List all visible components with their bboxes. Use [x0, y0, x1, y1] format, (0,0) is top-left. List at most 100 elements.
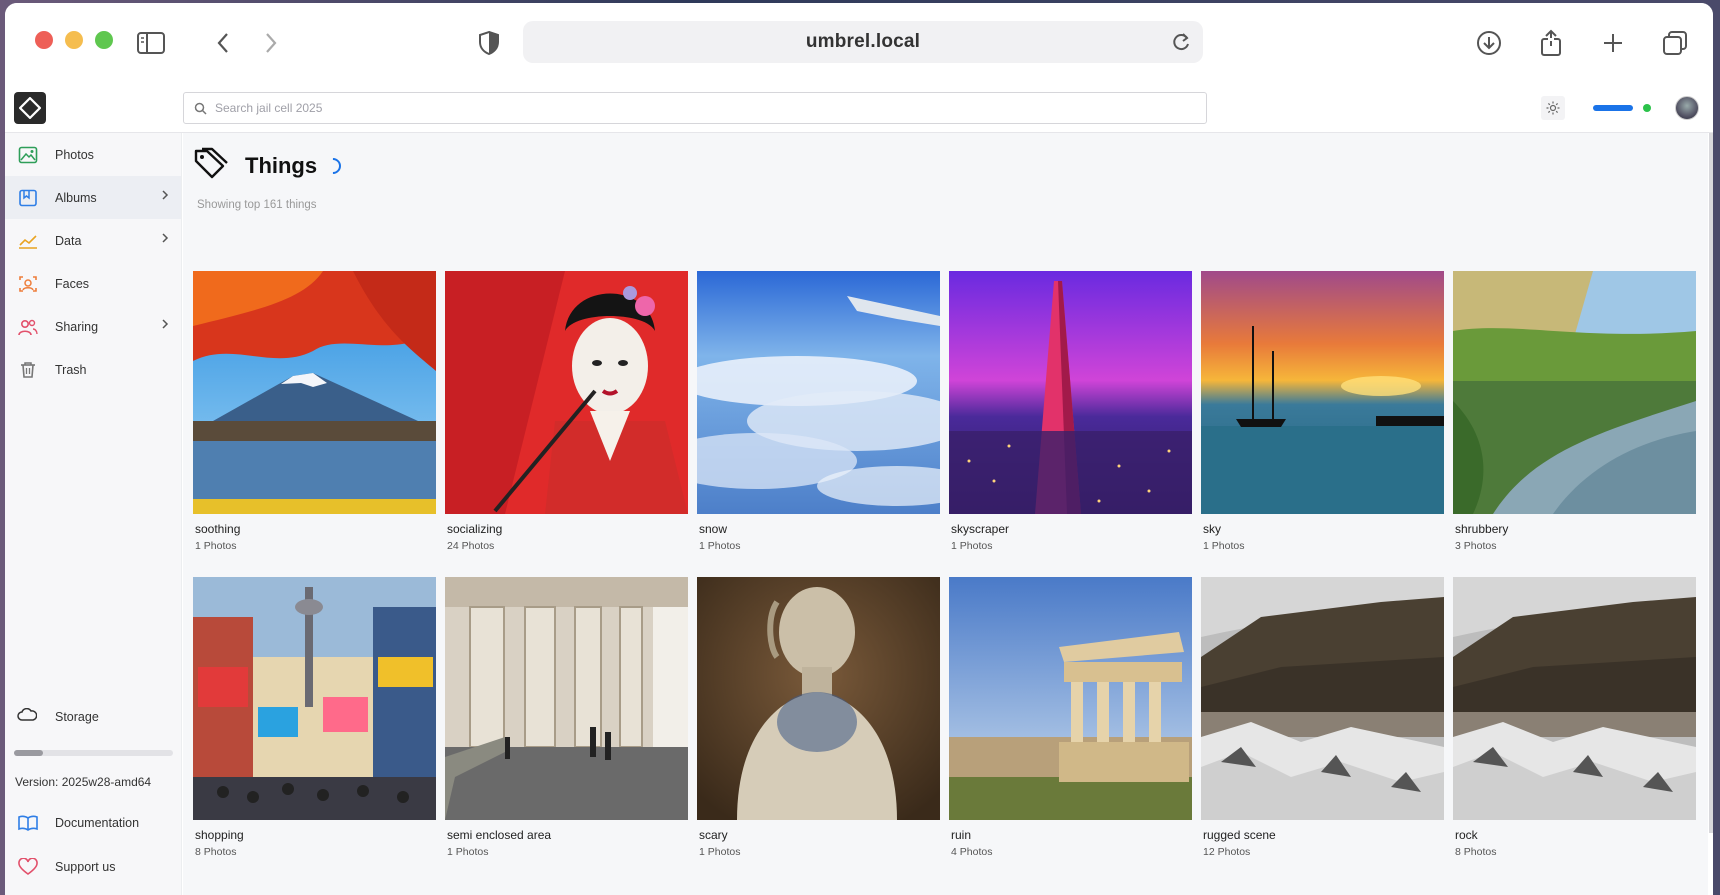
shield-icon[interactable] [471, 25, 507, 61]
storage-usage-bar [14, 750, 173, 756]
thing-photo-count: 1 Photos [1203, 540, 1245, 552]
photos-icon [17, 144, 39, 166]
thing-name: rock [1455, 828, 1478, 842]
thing-photo-count: 1 Photos [447, 846, 489, 858]
thing-photo-count: 1 Photos [195, 540, 237, 552]
storage-label: Storage [55, 709, 99, 724]
sidebar-item-albums[interactable]: Albums [5, 176, 181, 219]
thing-photo-count: 1 Photos [699, 540, 741, 552]
share-icon[interactable] [1533, 25, 1569, 61]
browser-toolbar: umbrel.local [5, 3, 1713, 83]
sidebar-item-label: Sharing [55, 319, 99, 334]
header-actions [1541, 96, 1699, 120]
chevron-right-icon [161, 318, 169, 333]
things-grid: soothing 1 Photos socializing 24 Photos snow… [193, 271, 1696, 883]
thing-photo-count: 12 Photos [1203, 846, 1251, 858]
thing-thumbnail[interactable] [193, 577, 436, 820]
thing-card[interactable]: semi enclosed area 1 Photos [445, 577, 688, 883]
sidebar-toggle-icon[interactable] [133, 25, 169, 61]
thing-thumbnail[interactable] [1201, 577, 1444, 820]
theme-toggle-icon[interactable] [1541, 96, 1565, 120]
thing-card[interactable]: sky 1 Photos [1201, 271, 1444, 577]
thing-name: shopping [195, 828, 244, 842]
version-text: Version: 2025w28-amd64 [15, 775, 152, 789]
thing-card[interactable]: snow 1 Photos [697, 271, 940, 577]
thing-thumbnail[interactable] [697, 577, 940, 820]
sidebar-item-faces[interactable]: Faces [5, 262, 181, 305]
search-input[interactable] [215, 101, 1177, 115]
thing-thumbnail[interactable] [697, 271, 940, 514]
sidebar-item-label: Photos [55, 147, 94, 162]
thing-card[interactable]: skyscraper 1 Photos [949, 271, 1192, 577]
url-text: umbrel.local [805, 31, 921, 52]
thing-name: shrubbery [1455, 522, 1509, 536]
thing-name: socializing [447, 522, 503, 536]
tag-icon [193, 147, 229, 184]
sidebar-item-photos[interactable]: Photos [5, 133, 181, 176]
close-window-button[interactable] [35, 31, 53, 49]
sidebar-item-trash[interactable]: Trash [5, 348, 181, 391]
thing-photo-count: 3 Photos [1455, 540, 1497, 552]
sidebar-item-data[interactable]: Data [5, 219, 181, 262]
storage-usage-fill [14, 750, 43, 756]
thing-thumbnail[interactable] [193, 271, 436, 514]
back-icon[interactable] [205, 25, 241, 61]
support-link[interactable]: Support us [17, 858, 115, 876]
scrollbar[interactable] [1709, 133, 1713, 833]
thing-card[interactable]: scary 1 Photos [697, 577, 940, 883]
thing-thumbnail[interactable] [1453, 577, 1696, 820]
thing-card[interactable]: rock 8 Photos [1453, 577, 1696, 883]
page-title: Things [245, 152, 318, 178]
sidebar-item-label: Trash [55, 362, 87, 377]
thing-photo-count: 1 Photos [699, 846, 741, 858]
chevron-right-icon [161, 189, 169, 204]
sync-progress-indicator [1593, 105, 1633, 111]
heart-icon [17, 858, 39, 876]
thing-thumbnail[interactable] [1453, 271, 1696, 514]
thing-thumbnail[interactable] [445, 577, 688, 820]
storage-section[interactable]: Storage [17, 707, 99, 725]
tab-overview-icon[interactable] [1657, 25, 1693, 61]
forward-icon[interactable] [253, 25, 289, 61]
thing-name: snow [699, 522, 728, 536]
app-header [5, 83, 1713, 133]
thing-photo-count: 1 Photos [951, 540, 993, 552]
thing-card[interactable]: ruin 4 Photos [949, 577, 1192, 883]
sidebar: Photos Albums Data Faces Sharing Trash Storag… [5, 133, 182, 895]
reload-icon[interactable] [1169, 30, 1193, 54]
window-controls [35, 31, 113, 49]
sidebar-item-label: Data [55, 233, 82, 248]
albums-icon [17, 187, 39, 209]
loading-spinner-icon [321, 154, 345, 177]
thing-photo-count: 4 Photos [951, 846, 993, 858]
thing-card[interactable]: soothing 1 Photos [193, 271, 436, 577]
thing-name: rugged scene [1203, 828, 1276, 842]
trash-icon [17, 359, 39, 381]
user-avatar[interactable] [1675, 96, 1699, 120]
thing-card[interactable]: rugged scene 12 Photos [1201, 577, 1444, 883]
new-tab-icon[interactable] [1595, 25, 1631, 61]
thing-name: sky [1203, 522, 1221, 536]
support-label: Support us [55, 860, 116, 874]
thing-thumbnail[interactable] [949, 577, 1192, 820]
minimize-window-button[interactable] [65, 31, 83, 49]
page-header: Things [193, 147, 345, 184]
search-box[interactable] [183, 92, 1207, 124]
thing-card[interactable]: socializing 24 Photos [445, 271, 688, 577]
thing-card[interactable]: shopping 8 Photos [193, 577, 436, 883]
thing-name: ruin [951, 828, 972, 842]
documentation-link[interactable]: Documentation [17, 815, 139, 831]
thing-thumbnail[interactable] [1201, 271, 1444, 514]
thing-card[interactable]: shrubbery 3 Photos [1453, 271, 1696, 577]
sidebar-item-label: Albums [55, 190, 97, 205]
sidebar-item-sharing[interactable]: Sharing [5, 305, 181, 348]
app-logo-icon[interactable] [14, 92, 46, 124]
address-bar[interactable]: umbrel.local [523, 21, 1203, 63]
things-count-text: Showing top 161 things [197, 199, 317, 211]
zoom-window-button[interactable] [95, 31, 113, 49]
thing-thumbnail[interactable] [949, 271, 1192, 514]
download-icon[interactable] [1471, 25, 1507, 61]
thing-name: soothing [195, 522, 241, 536]
thing-thumbnail[interactable] [445, 271, 688, 514]
thing-name: semi enclosed area [447, 828, 552, 842]
